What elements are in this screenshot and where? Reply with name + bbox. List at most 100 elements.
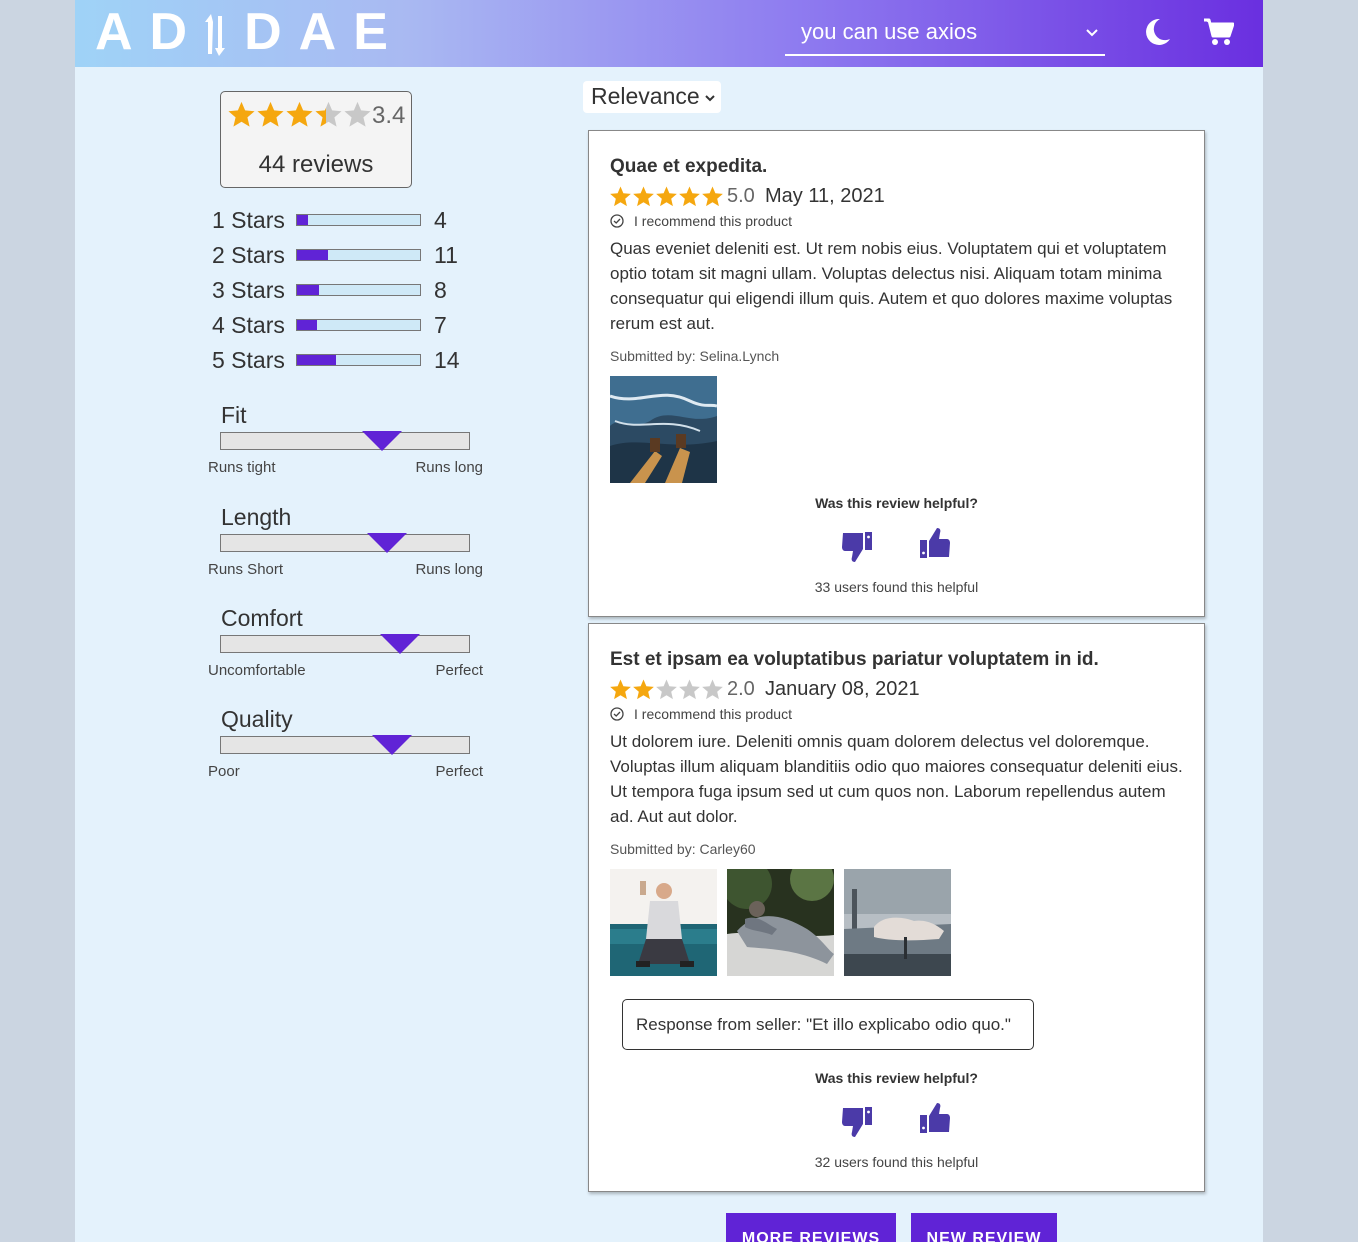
characteristic-length: Length Runs Short Runs long — [208, 504, 488, 584]
star-icon — [679, 679, 700, 700]
sort-select[interactable]: Relevance — [583, 81, 721, 113]
rating-breakdown-row[interactable]: 4 Stars 7 — [212, 312, 472, 338]
review-photo[interactable] — [610, 376, 717, 483]
rating-summary: 3.4 44 reviews — [220, 91, 412, 188]
review-count: 44 reviews — [258, 151, 374, 178]
breakdown-label: 5 Stars — [212, 347, 285, 373]
breakdown-bar-fill — [297, 250, 328, 260]
review-stars — [609, 185, 724, 209]
star-icon — [610, 679, 631, 700]
breakdown-label: 4 Stars — [212, 312, 285, 338]
summary-stars — [227, 100, 372, 128]
characteristic-title: Quality — [221, 706, 293, 732]
characteristic-high-label: Runs long — [415, 459, 483, 476]
logo[interactable]: AD DAE — [95, 4, 405, 60]
chevron-down-icon — [1086, 29, 1098, 37]
characteristic-low-label: Runs Short — [208, 561, 284, 578]
review-date: May 11, 2021 — [765, 185, 885, 207]
page: AD DAE 3.4 44 reviews 1 Stars 4 2 Stars — [75, 0, 1263, 1242]
breakdown-label: 3 Stars — [212, 277, 285, 303]
average-rating: 3.4 — [372, 102, 406, 129]
helpful-question: Was this review helpful? — [815, 495, 978, 511]
cart-icon[interactable] — [1204, 18, 1234, 46]
review-photo[interactable] — [610, 869, 717, 976]
review-rating: 2.0 — [727, 678, 755, 700]
thumbs-down-icon[interactable] — [841, 529, 873, 563]
breakdown-bar — [296, 284, 421, 296]
check-circle-icon — [610, 707, 624, 721]
characteristic-high-label: Runs long — [415, 561, 483, 578]
more-reviews-button[interactable]: MORE REVIEWS — [726, 1213, 896, 1242]
rating-breakdown-row[interactable]: 5 Stars 14 — [212, 347, 472, 373]
review-title: Est et ipsam ea voluptatibus pariatur vo… — [610, 649, 1099, 670]
thumbs-down-icon[interactable] — [841, 1104, 873, 1138]
header-bar: AD DAE — [75, 0, 1263, 67]
characteristic-marker-icon — [367, 533, 408, 553]
review-card: Quae et expedita. 5.0 May 11, 2021 I rec… — [588, 130, 1205, 617]
rating-breakdown-row[interactable]: 2 Stars 11 — [212, 242, 472, 268]
review-photo[interactable] — [844, 869, 951, 976]
helpful-count: 32 users found this helpful — [814, 1154, 979, 1170]
logo-mark-icon — [204, 11, 226, 56]
breakdown-label: 1 Stars — [212, 207, 285, 233]
moon-icon[interactable] — [1143, 17, 1171, 47]
breakdown-label: 2 Stars — [212, 242, 285, 268]
review-stars — [609, 678, 724, 702]
breakdown-count: 4 — [434, 207, 447, 233]
breakdown-bar — [296, 354, 421, 366]
characteristic-marker-icon — [372, 735, 413, 755]
characteristic-comfort: Comfort Uncomfortable Perfect — [208, 605, 488, 685]
breakdown-bar-fill — [297, 320, 317, 330]
breakdown-count: 8 — [434, 277, 447, 303]
breakdown-count: 11 — [434, 242, 458, 268]
star-icon — [656, 186, 677, 207]
rating-breakdown-row[interactable]: 1 Stars 4 — [212, 207, 472, 233]
thumbs-up-icon[interactable] — [919, 527, 951, 561]
review-rating: 5.0 — [727, 185, 755, 207]
review-body: Ut dolorem iure. Deleniti omnis quam dol… — [610, 732, 1183, 826]
star-icon — [286, 101, 313, 127]
characteristic-low-label: Uncomfortable — [208, 662, 306, 679]
breakdown-bar — [296, 249, 421, 261]
characteristic-title: Length — [221, 504, 292, 530]
review-date: January 08, 2021 — [765, 678, 920, 700]
breakdown-bar — [296, 214, 421, 226]
thumbs-up-icon[interactable] — [919, 1102, 951, 1136]
star-icon — [315, 101, 342, 127]
characteristic-low-label: Poor — [208, 763, 240, 780]
characteristic-title: Fit — [221, 402, 247, 428]
star-icon — [702, 186, 723, 207]
characteristic-scale — [220, 634, 470, 654]
breakdown-bar — [296, 319, 421, 331]
add-review-button[interactable]: NEW REVIEW — [911, 1213, 1057, 1242]
review-photo[interactable] — [727, 869, 834, 976]
breakdown-count: 14 — [434, 347, 460, 373]
characteristic-high-label: Perfect — [435, 763, 483, 780]
logo-letters-left: AD — [95, 3, 205, 61]
characteristic-scale — [220, 735, 470, 755]
star-icon — [633, 186, 654, 207]
star-icon — [633, 679, 654, 700]
recommend-text: I recommend this product — [634, 706, 792, 722]
seller-response-text: Response from seller: "Et illo explicabo… — [636, 1015, 1011, 1034]
helpful-question: Was this review helpful? — [815, 1070, 978, 1086]
breakdown-bar-fill — [297, 285, 320, 295]
check-circle-icon — [610, 214, 624, 228]
rating-breakdown-row[interactable]: 3 Stars 8 — [212, 277, 472, 303]
star-icon — [679, 186, 700, 207]
breakdown-count: 7 — [434, 312, 447, 338]
seller-response: Response from seller: "Et illo explicabo… — [622, 999, 1034, 1050]
sort-selected-label: Relevance — [591, 83, 700, 109]
search-input[interactable] — [785, 10, 1075, 54]
helpful-count: 33 users found this helpful — [814, 579, 979, 595]
breakdown-bar-fill — [297, 355, 337, 365]
chevron-down-icon — [705, 95, 715, 102]
star-icon — [702, 679, 723, 700]
review-author: Submitted by: Carley60 — [610, 841, 756, 857]
review-card: Est et ipsam ea voluptatibus pariatur vo… — [588, 623, 1205, 1192]
characteristic-fit: Fit Runs tight Runs long — [208, 402, 488, 482]
star-icon — [656, 679, 677, 700]
search-select[interactable] — [785, 10, 1105, 56]
characteristic-marker-icon — [362, 431, 403, 451]
characteristic-low-label: Runs tight — [208, 459, 276, 476]
